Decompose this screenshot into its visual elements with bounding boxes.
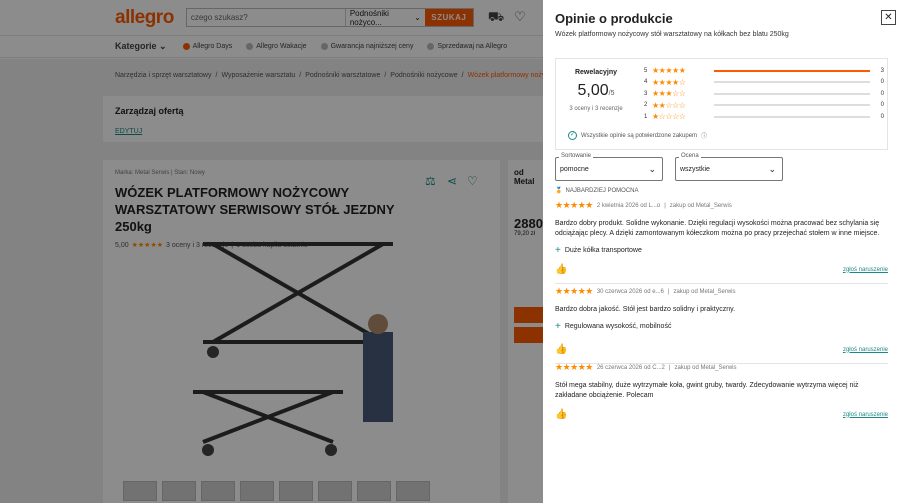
panel-subtitle: Wózek platformowy nożycowy stół warsztat… bbox=[555, 31, 789, 38]
star-rating-icon: ★★★☆☆ bbox=[652, 89, 686, 99]
review-header: ★★★★★ 26 czerwca 2026 od C...2 | zakup od… bbox=[555, 362, 737, 372]
rating-bar bbox=[714, 69, 870, 72]
rating-bar bbox=[714, 81, 870, 84]
reviews-panel: Opinie o produkcie Wózek platformowy noż… bbox=[543, 0, 900, 503]
rating-row-count: 0 bbox=[880, 79, 884, 86]
medal-icon: 🏅 bbox=[555, 188, 563, 194]
review-footer: 👍 zgłoś naruszenie bbox=[555, 344, 888, 363]
info-icon[interactable]: ⓘ bbox=[701, 131, 707, 140]
review-item: 🏅 NAJBARDZIEJ POMOCNA ★★★★★ 2 kwietnia 20… bbox=[555, 187, 888, 284]
rating-row-stars-count: 1 bbox=[644, 113, 648, 120]
review-footer: 👍 zgłoś naruszenie bbox=[555, 264, 888, 283]
star-rating-icon: ★★★★☆ bbox=[652, 77, 686, 87]
star-rating-icon: ★★☆☆☆ bbox=[652, 100, 686, 110]
sort-select[interactable]: Sortowanie pomocne ⌄ bbox=[555, 153, 663, 181]
thumbs-up-icon[interactable]: 👍 bbox=[555, 264, 567, 275]
rating-row-count: 0 bbox=[880, 102, 884, 109]
panel-title: Opinie o produkcie bbox=[555, 11, 673, 26]
thumbs-up-icon[interactable]: 👍 bbox=[555, 409, 567, 420]
rating-row-stars-count: 2 bbox=[644, 102, 648, 109]
rating-row-2[interactable]: 2 ★★☆☆☆ 0 bbox=[644, 100, 884, 112]
review-footer: 👍 zgłoś naruszenie bbox=[555, 409, 888, 428]
review-text: Bardzo dobry produkt. Solidne wykonanie.… bbox=[555, 220, 880, 237]
star-rating-icon: ★★★★★ bbox=[555, 200, 593, 210]
chevron-down-icon: ⌄ bbox=[648, 164, 656, 174]
rating-row-count: 0 bbox=[880, 113, 884, 120]
review-text: Stół mega stabilny, duże wytrzymałe koła… bbox=[555, 382, 859, 399]
star-rating-icon: ★★★★★ bbox=[652, 66, 686, 76]
rating-bar bbox=[714, 115, 870, 118]
rating-bar bbox=[714, 104, 870, 107]
plus-icon: + bbox=[555, 321, 561, 332]
report-link[interactable]: zgłoś naruszenie bbox=[843, 412, 888, 418]
star-rating-icon: ★★★★★ bbox=[555, 362, 593, 372]
star-rating-icon: ★★★★★ bbox=[555, 286, 593, 296]
review-text: Bardzo dobra jakość. Stół jest bardzo so… bbox=[555, 306, 736, 313]
report-link[interactable]: zgłoś naruszenie bbox=[843, 347, 888, 353]
rating-bar bbox=[714, 92, 870, 95]
rating-bar-fill bbox=[714, 69, 870, 72]
check-icon: ✓ bbox=[568, 131, 577, 140]
review-header: ★★★★★ 30 czerwca 2026 od e...6 | zakup od… bbox=[555, 286, 736, 296]
report-link[interactable]: zgłoś naruszenie bbox=[843, 267, 888, 273]
review-item: ★★★★★ 26 czerwca 2026 od C...2 | zakup od… bbox=[555, 362, 888, 428]
close-icon[interactable]: ✕ bbox=[881, 10, 896, 25]
rating-row-stars-count: 4 bbox=[644, 79, 648, 86]
modal-backdrop[interactable] bbox=[0, 0, 543, 503]
review-pro: + Duże kółka transportowe bbox=[555, 245, 642, 256]
rating-row-5[interactable]: 5 ★★★★★ 3 bbox=[644, 65, 884, 77]
rating-score: 5,00/5 bbox=[577, 82, 615, 99]
review-filters: Sortowanie pomocne ⌄ Ocena wszystkie ⌄ bbox=[555, 153, 783, 181]
rating-filter-select[interactable]: Ocena wszystkie ⌄ bbox=[675, 153, 783, 181]
rating-word: Rewelacyjny bbox=[574, 69, 618, 76]
rating-row-stars-count: 3 bbox=[644, 90, 648, 97]
rating-row-count: 3 bbox=[880, 67, 884, 74]
most-helpful-badge: 🏅 NAJBARDZIEJ POMOCNA bbox=[555, 187, 639, 195]
rating-row-1[interactable]: 1 ★☆☆☆☆ 0 bbox=[644, 111, 884, 123]
rating-count: 3 oceny i 3 recenzje bbox=[569, 106, 623, 112]
verified-note: ✓ Wszystkie opinie są potwierdzone zakup… bbox=[568, 131, 708, 140]
review-pro: + Regulowana wysokość, mobilność bbox=[555, 321, 672, 332]
chevron-down-icon: ⌄ bbox=[768, 164, 776, 174]
thumbs-up-icon[interactable]: 👍 bbox=[555, 344, 567, 355]
star-rating-icon: ★☆☆☆☆ bbox=[652, 112, 686, 122]
rating-row-3[interactable]: 3 ★★★☆☆ 0 bbox=[644, 88, 884, 100]
rating-row-count: 0 bbox=[880, 90, 884, 97]
rating-distribution: 5 ★★★★★ 3 4 ★★★★☆ 0 3 ★★★☆☆ 0 2 ★★☆☆☆ 0 1 ★☆☆☆☆ 0 bbox=[644, 65, 884, 123]
plus-icon: + bbox=[555, 245, 561, 256]
rating-row-stars-count: 5 bbox=[644, 67, 648, 74]
review-item: ★★★★★ 30 czerwca 2026 od e...6 | zakup od… bbox=[555, 286, 888, 364]
rating-overview: Rewelacyjny 5,00/5 3 oceny i 3 recenzje bbox=[556, 59, 636, 112]
rating-summary: Rewelacyjny 5,00/5 3 oceny i 3 recenzje … bbox=[555, 58, 888, 150]
rating-row-4[interactable]: 4 ★★★★☆ 0 bbox=[644, 77, 884, 89]
review-header: ★★★★★ 2 kwietnia 2026 od L...o | zakup od… bbox=[555, 200, 732, 210]
